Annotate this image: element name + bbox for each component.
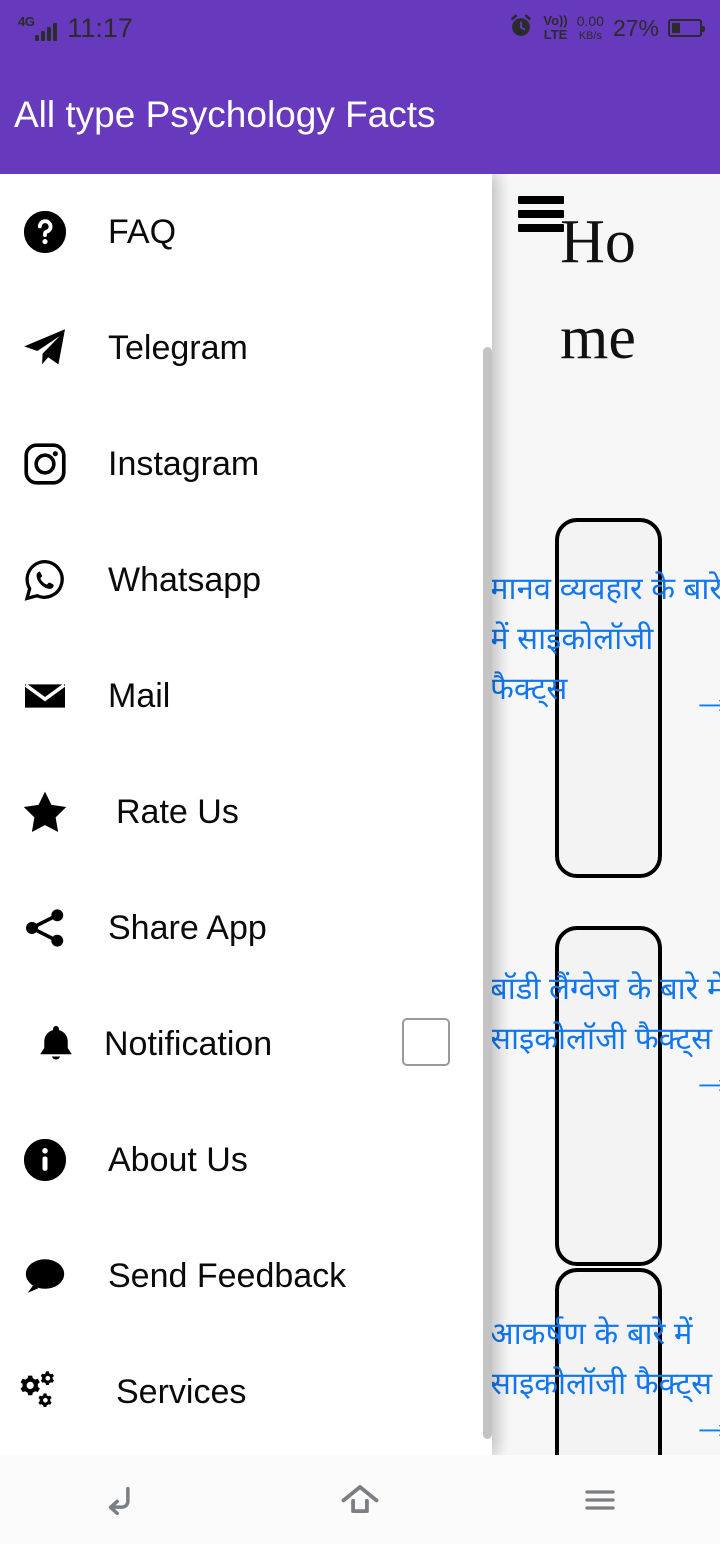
navigation-drawer: FAQ Telegram Instagram Whatsapp Mail Rat… (0, 174, 492, 1455)
sidebar-item-label: Telegram (108, 328, 248, 367)
bell-icon (0, 1022, 104, 1066)
sidebar-item-mail[interactable]: Mail (0, 638, 492, 754)
arrow-right-icon[interactable]: → (690, 1054, 720, 1100)
app-title: All type Psychology Facts (14, 94, 436, 135)
instagram-icon (0, 441, 90, 487)
signal-bars-icon: 4G (18, 14, 58, 41)
arrow-right-icon[interactable]: → (690, 1399, 720, 1445)
notification-checkbox[interactable] (402, 1018, 450, 1066)
network-type-label: 4G (18, 14, 35, 29)
info-circle-icon (0, 1137, 90, 1183)
data-rate-unit: KB/s (578, 29, 602, 42)
sidebar-item-rate-us[interactable]: Rate Us (0, 754, 492, 870)
telegram-plane-icon (0, 324, 90, 372)
drawer-scrollbar[interactable] (483, 347, 492, 1439)
back-arrow-icon[interactable] (0, 1479, 240, 1521)
page-title: Home (560, 208, 636, 373)
volte-indicator: Vo)) LTE (543, 13, 568, 42)
question-circle-icon (0, 209, 90, 255)
status-bar-right: Vo)) LTE 0.00 KB/s 27% (508, 13, 705, 44)
sidebar-item-label: Rate Us (116, 792, 239, 831)
sidebar-item-faq[interactable]: FAQ (0, 174, 492, 290)
data-rate-value: 0.00 (576, 13, 604, 30)
app-bar: All type Psychology Facts (0, 56, 720, 174)
home-outline-icon[interactable] (240, 1477, 480, 1523)
home-page: Home मानव व्यवहार के बारे में साइकोलॉजी … (490, 174, 720, 1455)
battery-percent-label: 27% (612, 14, 659, 41)
star-icon (0, 787, 90, 837)
data-rate-indicator: 0.00 KB/s (576, 13, 604, 42)
fact-card-label: मानव व्यवहार के बारे में साइकोलॉजी फैक्ट… (490, 571, 720, 707)
alarm-clock-icon (508, 13, 534, 44)
content-area: Home मानव व्यवहार के बारे में साइकोलॉजी … (0, 174, 720, 1455)
sidebar-item-label: Services (116, 1372, 247, 1411)
sidebar-item-telegram[interactable]: Telegram (0, 290, 492, 406)
sidebar-item-label: Mail (108, 676, 171, 715)
sidebar-item-instagram[interactable]: Instagram (0, 406, 492, 522)
envelope-icon (0, 672, 90, 720)
status-bar-left: 4G 11:17 (18, 12, 133, 43)
sidebar-item-label: Instagram (108, 444, 260, 483)
sidebar-item-label: Whatsapp (108, 560, 262, 599)
cogs-icon (0, 1366, 90, 1418)
sidebar-item-label: About Us (108, 1140, 248, 1179)
sidebar-item-label: FAQ (108, 212, 177, 251)
whatsapp-icon (0, 557, 90, 603)
fact-card-label: बॉडी लैंग्वेज के बारे में साइकोलॉजी फैक्… (490, 971, 720, 1057)
sidebar-item-label: Notification (104, 1024, 273, 1063)
recents-menu-icon[interactable] (480, 1480, 720, 1520)
battery-icon (668, 19, 705, 37)
sidebar-item-label: Share App (108, 908, 267, 947)
sidebar-item-services[interactable]: Services (0, 1334, 492, 1450)
sidebar-item-label: Send Feedback (108, 1256, 347, 1295)
system-navigation-bar (0, 1455, 720, 1544)
status-bar: 4G 11:17 Vo)) LTE 0.00 KB/s 27% (0, 0, 720, 56)
share-nodes-icon (0, 905, 90, 951)
comment-icon (0, 1252, 90, 1300)
sidebar-item-about-us[interactable]: About Us (0, 1102, 492, 1218)
sidebar-item-share-app[interactable]: Share App (0, 870, 492, 986)
sidebar-item-whatsapp[interactable]: Whatsapp (0, 522, 492, 638)
arrow-right-icon[interactable]: → (690, 674, 720, 720)
sidebar-item-send-feedback[interactable]: Send Feedback (0, 1218, 492, 1334)
sidebar-item-notification[interactable]: Notification (0, 986, 492, 1102)
status-time: 11:17 (67, 12, 133, 43)
fact-card-label: आकर्षण के बारे में साइकोलॉजी फैक्ट्स (490, 1316, 713, 1402)
